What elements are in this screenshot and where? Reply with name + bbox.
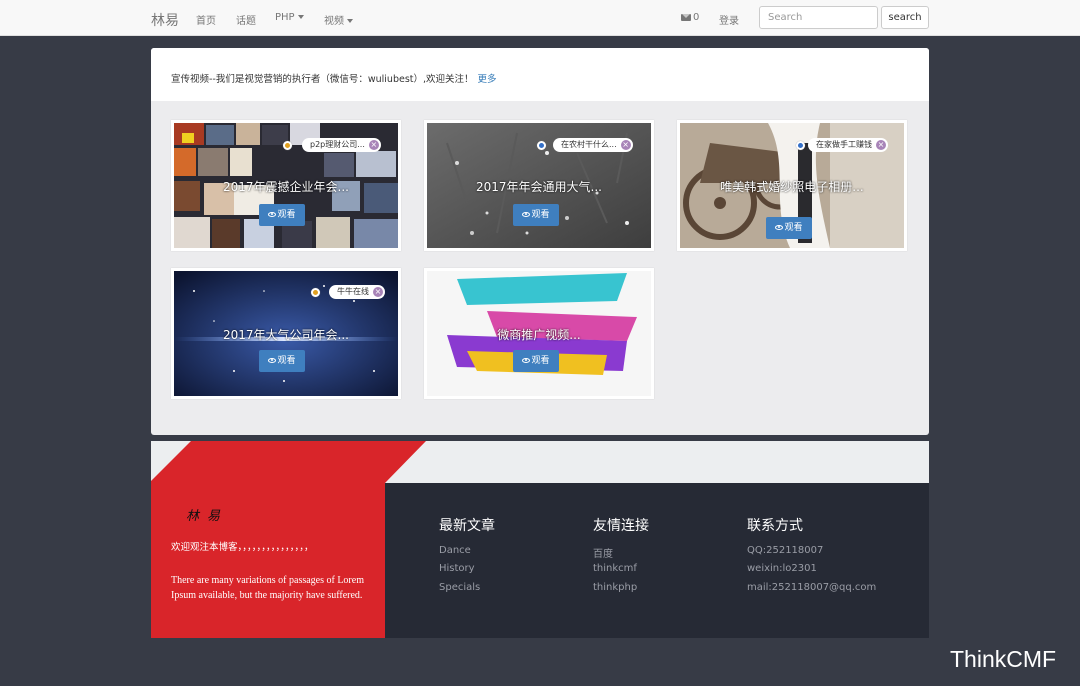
footer-description: There are many variations of passages of…: [171, 575, 364, 601]
tag-label: 牛牛在线: [337, 287, 369, 296]
mail-count: 0: [693, 12, 700, 23]
intro-text: 宣传视频--我们是视觉营销的执行者（微信号：wuliubest）,欢迎关注！ 更多: [171, 71, 497, 85]
nav-php-label: PHP: [275, 12, 295, 23]
close-icon[interactable]: ×: [620, 140, 631, 150]
panel-header: 宣传视频--我们是视觉营销的执行者（微信号：wuliubest）,欢迎关注！ 更多: [151, 48, 929, 101]
video-card[interactable]: 在家做手工赚钱 × 唯美韩式婚纱照电子相册... 观看: [677, 120, 907, 251]
search-button[interactable]: search: [881, 6, 929, 29]
eye-icon: [268, 212, 277, 217]
more-link[interactable]: 更多: [478, 74, 497, 85]
video-card[interactable]: 在农村干什么... × 2017年年会通用大气... 观看: [424, 120, 654, 251]
tag-marker-icon: [537, 141, 546, 150]
watermark-text: ThinkCMF: [950, 646, 1057, 672]
article-link[interactable]: Specials: [439, 582, 480, 593]
latest-articles-title: 最新文章: [439, 518, 495, 534]
search-input[interactable]: [759, 6, 878, 29]
watch-label: 观看: [784, 223, 803, 233]
friend-links-title: 友情连接: [593, 518, 649, 534]
intro-label: 宣传视频--我们是视觉营销的执行者（微信号：wuliubest）,欢迎关注！: [171, 74, 474, 85]
tag-label: 在家做手工赚钱: [816, 140, 872, 149]
eye-icon: [522, 212, 531, 217]
watch-button[interactable]: 观看: [259, 350, 305, 372]
video-title: 2017年年会通用大气...: [476, 180, 602, 194]
chevron-down-icon: [347, 19, 353, 23]
video-title: 2017年大气公司年会...: [223, 328, 349, 342]
tag-marker-icon: [311, 288, 320, 297]
watch-label: 观看: [277, 210, 296, 220]
close-icon[interactable]: ×: [368, 140, 379, 150]
footer-signature: 林易: [186, 509, 229, 524]
contact-weixin: weixin:lo2301: [747, 563, 817, 574]
friend-link[interactable]: 百度: [593, 545, 613, 560]
video-card[interactable]: 牛牛在线 × 2017年大气公司年会... 观看: [171, 268, 401, 399]
nav-video-label: 视频: [324, 16, 344, 27]
top-navbar: 林易 首页 话题 PHP 视频 0 登录 search: [0, 0, 1080, 36]
chevron-down-icon: [297, 15, 304, 19]
tag-marker-icon: [283, 141, 292, 150]
video-title: 唯美韩式婚纱照电子相册...: [720, 180, 864, 194]
nav-home[interactable]: 首页: [196, 12, 216, 27]
watch-button[interactable]: 观看: [259, 204, 305, 226]
video-tag: 牛牛在线 ×: [329, 285, 385, 299]
nav-topics[interactable]: 话题: [236, 12, 256, 27]
watch-label: 观看: [277, 356, 296, 366]
eye-icon: [522, 358, 531, 363]
video-tag: p2p理财公司... ×: [302, 138, 381, 152]
video-card[interactable]: 微商推广视频... 观看: [424, 268, 654, 399]
friend-link[interactable]: thinkcmf: [593, 563, 637, 574]
article-link[interactable]: History: [439, 563, 475, 574]
video-tag: 在家做手工赚钱 ×: [808, 138, 888, 152]
tag-marker-icon: [796, 141, 805, 150]
tag-label: p2p理财公司...: [310, 140, 365, 149]
envelope-icon: [681, 13, 691, 21]
login-link[interactable]: 登录: [719, 12, 739, 27]
site-footer: [151, 441, 929, 638]
footer-red-shape: [151, 441, 426, 638]
eye-icon: [775, 225, 784, 230]
video-card[interactable]: p2p理财公司... × 2017年震撼企业年会... 观看: [171, 120, 401, 251]
watch-button[interactable]: 观看: [513, 204, 559, 226]
footer-welcome: 欢迎观注本博客，，，，，，，，，，，，，，，: [171, 542, 314, 553]
messages-link[interactable]: 0: [681, 12, 699, 23]
video-tag: 在农村干什么... ×: [553, 138, 633, 152]
video-panel: 宣传视频--我们是视觉营销的执行者（微信号：wuliubest）,欢迎关注！ 更多: [151, 48, 929, 435]
tag-label: 在农村干什么...: [561, 140, 617, 149]
eye-icon: [268, 358, 277, 363]
video-title: 微商推广视频...: [497, 328, 581, 342]
contact-mail: mail:252118007@qq.com: [747, 582, 877, 593]
nav-php-dropdown[interactable]: PHP: [275, 12, 304, 23]
close-icon[interactable]: ×: [373, 287, 383, 297]
close-icon[interactable]: ×: [876, 140, 886, 150]
watch-label: 观看: [531, 356, 550, 366]
nav-video-dropdown[interactable]: 视频: [324, 12, 353, 27]
brand-logo[interactable]: 林易: [151, 10, 179, 30]
video-title: 2017年震撼企业年会...: [223, 180, 349, 194]
contact-qq: QQ:252118007: [747, 545, 824, 556]
watch-button[interactable]: 观看: [513, 350, 559, 372]
contact-title: 联系方式: [747, 518, 803, 534]
watch-label: 观看: [531, 210, 550, 220]
article-link[interactable]: Dance: [439, 545, 471, 556]
friend-link[interactable]: thinkphp: [593, 582, 637, 593]
watch-button[interactable]: 观看: [766, 217, 812, 239]
